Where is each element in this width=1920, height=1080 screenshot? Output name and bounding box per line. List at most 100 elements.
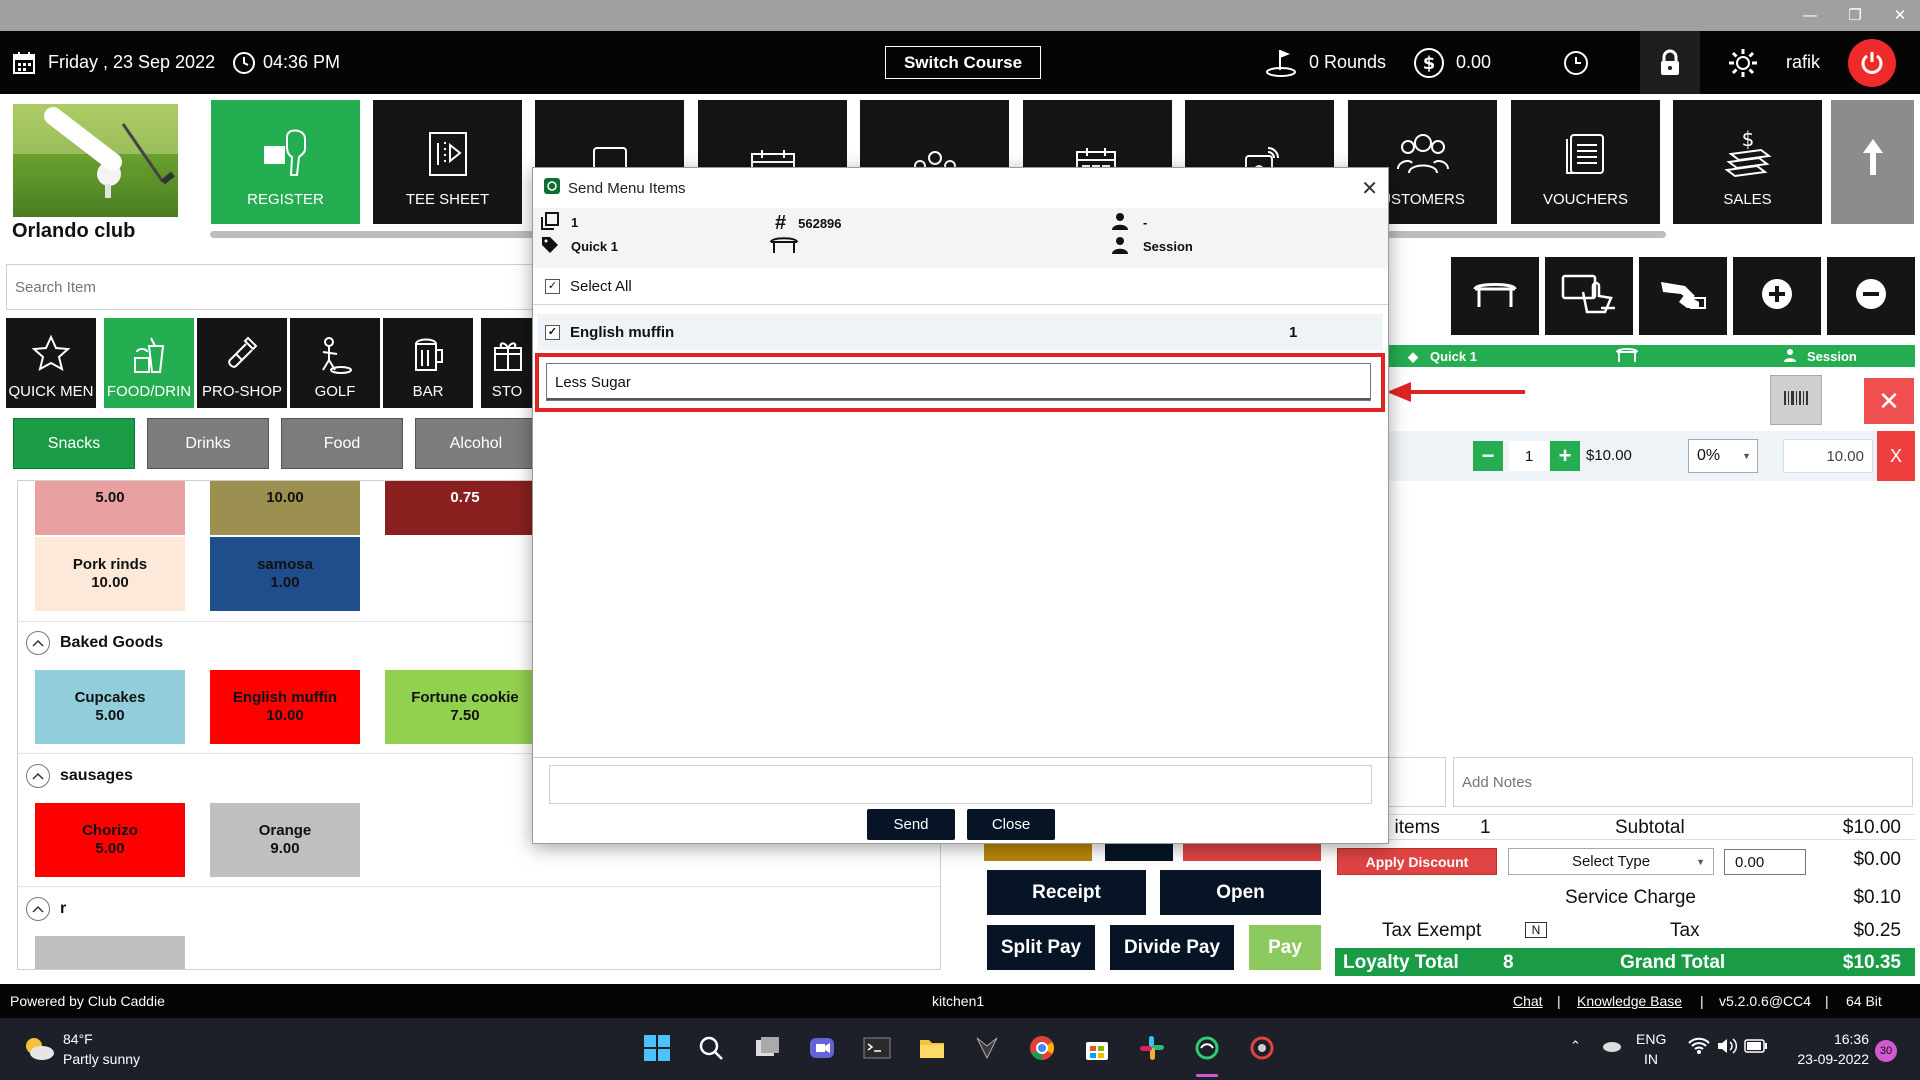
category-food-drink-button[interactable]: FOOD/DRIN — [104, 318, 194, 408]
nav-register-button[interactable]: REGISTER — [211, 100, 360, 224]
line-total-input[interactable]: 10.00 — [1783, 439, 1873, 473]
knowledge-base-link[interactable]: Knowledge Base — [1577, 993, 1682, 1009]
task-view-icon[interactable] — [751, 1032, 783, 1064]
remove-line-button[interactable]: X — [1877, 431, 1915, 481]
nav-tee-sheet-button[interactable]: TEE SHEET — [373, 100, 522, 224]
hidden-action-button[interactable] — [1105, 843, 1173, 861]
notes-left-field[interactable] — [1380, 757, 1446, 807]
tax-exempt-flag[interactable]: N — [1525, 922, 1547, 938]
taskbar-date[interactable]: 23-09-2022 — [1785, 1051, 1869, 1067]
close-button[interactable]: Close — [967, 809, 1055, 840]
group-header-sausages[interactable]: sausages — [26, 764, 133, 788]
dialog-item-row[interactable]: ✓ English muffin 1 — [537, 314, 1383, 350]
subtab-food[interactable]: Food — [281, 418, 403, 469]
slack-icon[interactable] — [1136, 1032, 1168, 1064]
club-caddie-app-icon[interactable] — [1191, 1032, 1223, 1064]
language-secondary[interactable]: IN — [1644, 1051, 1658, 1067]
hidden-action-button[interactable] — [984, 843, 1092, 861]
wifi-icon[interactable] — [1688, 1037, 1710, 1060]
restore-icon[interactable]: ❐ — [1835, 3, 1875, 27]
discount-amount-input[interactable]: 0.00 — [1724, 849, 1806, 875]
terminal-icon[interactable] — [861, 1032, 893, 1064]
nav-sales-button[interactable]: $ SALES — [1673, 100, 1822, 224]
chevron-up-icon[interactable] — [26, 764, 50, 788]
dialog-message-input[interactable] — [549, 765, 1372, 804]
menu-item-tile[interactable]: samosa 1.00 — [210, 537, 360, 611]
scroll-up-button[interactable] — [1831, 100, 1914, 224]
order-line-row[interactable]: − 1 + $10.00 0% ▼ 10.00 X — [1355, 431, 1915, 481]
minimize-icon[interactable]: — — [1790, 3, 1830, 27]
checkmark-icon[interactable]: ✓ — [545, 324, 560, 340]
menu-item-tile[interactable]: Pork rinds 10.00 — [35, 537, 185, 611]
user-name[interactable]: rafik — [1786, 31, 1820, 94]
chevron-up-icon[interactable] — [26, 897, 50, 921]
chevron-up-icon[interactable]: ⌃ — [1570, 1038, 1581, 1054]
category-store-button[interactable]: STO — [481, 318, 533, 408]
menu-item-tile[interactable]: 0.75 — [385, 481, 545, 535]
increase-qty-button[interactable]: + — [1550, 441, 1580, 471]
subtab-snacks[interactable]: Snacks — [13, 418, 135, 469]
volume-icon[interactable] — [1716, 1037, 1738, 1060]
notification-badge[interactable]: 30 — [1875, 1040, 1897, 1062]
chrome-icon[interactable] — [1026, 1032, 1058, 1064]
discount-type-select[interactable]: Select Type ▼ — [1508, 848, 1714, 875]
menu-item-tile[interactable]: 10.00 — [210, 481, 360, 535]
taskbar-clock[interactable]: 16:36 — [1795, 1031, 1869, 1047]
open-button[interactable]: Open — [1160, 870, 1321, 915]
lock-icon[interactable] — [1640, 31, 1700, 94]
subtab-drinks[interactable]: Drinks — [147, 418, 269, 469]
item-note-input[interactable]: Less Sugar — [546, 363, 1371, 401]
menu-item-tile[interactable]: English muffin 10.00 — [210, 670, 360, 744]
add-notes-input[interactable] — [1453, 757, 1913, 807]
table-button[interactable] — [1451, 257, 1539, 335]
group-header-r[interactable]: r — [26, 897, 66, 921]
search-input[interactable] — [6, 264, 546, 310]
power-icon[interactable] — [1848, 39, 1896, 87]
gear-icon[interactable] — [1727, 31, 1759, 94]
clear-order-button[interactable]: ✕ — [1864, 378, 1914, 424]
file-explorer-icon[interactable] — [916, 1032, 948, 1064]
menu-item-tile[interactable]: Cupcakes 5.00 — [35, 670, 185, 744]
discount-select[interactable]: 0% ▼ — [1688, 439, 1758, 473]
close-window-icon[interactable]: ✕ — [1880, 3, 1920, 27]
game-app-icon[interactable] — [971, 1032, 1003, 1064]
nav-vouchers-button[interactable]: VOUCHERS — [1511, 100, 1660, 224]
battery-icon[interactable] — [1744, 1039, 1768, 1058]
decrease-qty-button[interactable]: − — [1473, 441, 1503, 471]
teams-chat-icon[interactable] — [806, 1032, 838, 1064]
chevron-up-icon[interactable] — [26, 631, 50, 655]
chat-link[interactable]: Chat — [1513, 993, 1543, 1009]
qty-value[interactable]: 1 — [1509, 441, 1549, 471]
touch-button[interactable] — [1545, 257, 1633, 335]
select-all-checkbox[interactable]: ✓ Select All — [545, 278, 632, 295]
menu-item-tile[interactable]: Fortune cookie 7.50 — [385, 670, 545, 744]
send-button[interactable]: Send — [867, 809, 955, 840]
split-pay-button[interactable]: Split Pay — [987, 925, 1095, 970]
close-icon[interactable]: ✕ — [1361, 176, 1378, 201]
pay-button[interactable]: Pay — [1249, 925, 1321, 970]
subtab-alcohol[interactable]: Alcohol — [415, 418, 537, 469]
hand-card-button[interactable] — [1639, 257, 1727, 335]
capture-app-icon[interactable] — [1246, 1032, 1278, 1064]
language-primary[interactable]: ENG — [1636, 1031, 1666, 1047]
onedrive-icon[interactable] — [1600, 1038, 1622, 1057]
hidden-action-button[interactable] — [1183, 843, 1321, 861]
menu-item-tile[interactable]: Orange 9.00 — [210, 803, 360, 877]
barcode-button[interactable] — [1770, 375, 1822, 425]
receipt-button[interactable]: Receipt — [987, 870, 1146, 915]
category-golf-button[interactable]: GOLF — [290, 318, 380, 408]
history-clock-icon[interactable] — [1563, 31, 1589, 94]
start-icon[interactable] — [641, 1032, 673, 1064]
remove-button[interactable] — [1827, 257, 1915, 335]
menu-item-tile[interactable]: 5.00 — [35, 481, 185, 535]
switch-course-button[interactable]: Switch Course — [885, 46, 1041, 79]
menu-item-tile[interactable]: poha — [35, 936, 185, 969]
add-button[interactable] — [1733, 257, 1821, 335]
search-icon[interactable] — [695, 1032, 727, 1064]
category-bar-button[interactable]: BAR — [383, 318, 473, 408]
menu-item-tile[interactable]: Chorizo 5.00 — [35, 803, 185, 877]
group-header-baked-goods[interactable]: Baked Goods — [26, 631, 163, 655]
divide-pay-button[interactable]: Divide Pay — [1110, 925, 1234, 970]
store-icon[interactable] — [1081, 1032, 1113, 1064]
category-quick-menu-button[interactable]: QUICK MEN — [6, 318, 96, 408]
